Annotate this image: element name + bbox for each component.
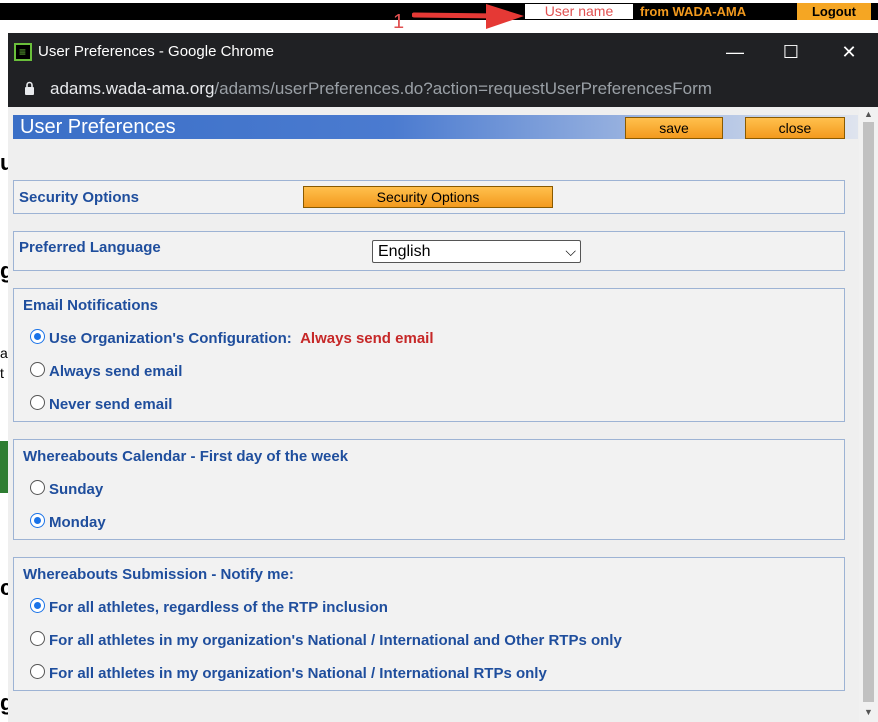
browser-window: ≡ User Preferences - Google Chrome — ☐ ✕… <box>8 33 878 722</box>
username-field[interactable]: User name <box>525 4 633 19</box>
url-host: adams.wada-ama.org <box>50 79 215 98</box>
radio-all-athletes[interactable] <box>30 598 45 613</box>
security-options-panel: Security Options Security Options <box>13 180 845 214</box>
language-select[interactable]: English ⌵ <box>372 240 581 263</box>
scroll-up-icon[interactable]: ▲ <box>864 109 873 119</box>
window-title: User Preferences - Google Chrome <box>38 43 274 60</box>
whereabouts-calendar-title: Whereabouts Calendar - First day of the … <box>23 448 349 465</box>
page-content: User Preferences save close Security Opt… <box>8 107 878 722</box>
site-favicon-icon: ≡ <box>14 43 32 61</box>
scroll-down-icon[interactable]: ▼ <box>864 707 873 717</box>
vertical-scrollbar[interactable]: ▲ ▼ <box>859 107 878 722</box>
whereabouts-calendar-panel: Whereabouts Calendar - First day of the … <box>13 439 845 540</box>
url-path: /adams/userPreferences.do?action=request… <box>214 79 712 98</box>
preferred-language-panel: Preferred Language English ⌵ <box>13 231 845 271</box>
whereabouts-submission-title: Whereabouts Submission - Notify me: <box>23 566 294 583</box>
option-label: For all athletes in my organization's Na… <box>49 632 622 649</box>
background-fragment: g <box>0 258 8 283</box>
radio-sunday[interactable] <box>30 480 45 495</box>
chevron-down-icon: ⌵ <box>565 243 576 259</box>
address-bar[interactable]: adams.wada-ama.org/adams/userPreferences… <box>8 71 878 107</box>
option-label: Use Organization's Configuration: Always… <box>49 330 434 347</box>
annotation-arrow-icon <box>412 4 524 29</box>
radio-national-international-other-rtps[interactable] <box>30 631 45 646</box>
radio-use-organization-config[interactable] <box>30 329 45 344</box>
option-label: For all athletes, regardless of the RTP … <box>49 599 388 616</box>
window-title-bar: ≡ User Preferences - Google Chrome — ☐ ✕ <box>8 33 878 71</box>
background-fragment: c <box>0 575 8 600</box>
radio-national-international-rtps[interactable] <box>30 664 45 679</box>
background-fragment: t <box>0 365 4 381</box>
close-button[interactable]: close <box>745 117 845 139</box>
whereabouts-submission-panel: Whereabouts Submission - Notify me: For … <box>13 557 845 691</box>
organization-label: from WADA-AMA <box>640 4 747 19</box>
option-label: Sunday <box>49 481 104 498</box>
url-text[interactable]: adams.wada-ama.org/adams/userPreferences… <box>50 78 712 100</box>
save-button[interactable]: save <box>625 117 723 139</box>
radio-always-send-email[interactable] <box>30 362 45 377</box>
close-window-button[interactable]: ✕ <box>832 39 866 65</box>
option-label: Never send email <box>49 396 173 413</box>
lock-icon <box>25 81 34 95</box>
maximize-button[interactable]: ☐ <box>774 39 808 65</box>
background-fragment: g <box>0 690 8 715</box>
option-label: Always send email <box>49 363 183 380</box>
background-green-block <box>0 441 8 493</box>
option-label: Monday <box>49 514 106 531</box>
minimize-button[interactable]: — <box>718 39 752 65</box>
security-options-button[interactable]: Security Options <box>303 186 553 208</box>
language-selected-value: English <box>378 243 431 260</box>
logout-button[interactable]: Logout <box>797 3 871 20</box>
background-fragment: u <box>0 150 8 175</box>
page-title: User Preferences <box>20 116 176 138</box>
scrollbar-thumb[interactable] <box>863 122 874 702</box>
annotation-number: 1 <box>393 11 405 33</box>
radio-never-send-email[interactable] <box>30 395 45 410</box>
radio-monday[interactable] <box>30 513 45 528</box>
preferred-language-label: Preferred Language <box>19 239 161 256</box>
email-notifications-title: Email Notifications <box>23 297 159 314</box>
security-options-label: Security Options <box>19 189 140 206</box>
organization-config-value: Always send email <box>300 330 434 347</box>
option-label: For all athletes in my organization's Na… <box>49 665 547 682</box>
preferences-header: User Preferences <box>13 115 858 139</box>
background-fragment: a <box>0 345 8 361</box>
email-notifications-panel: Email Notifications Use Organization's C… <box>13 288 845 422</box>
